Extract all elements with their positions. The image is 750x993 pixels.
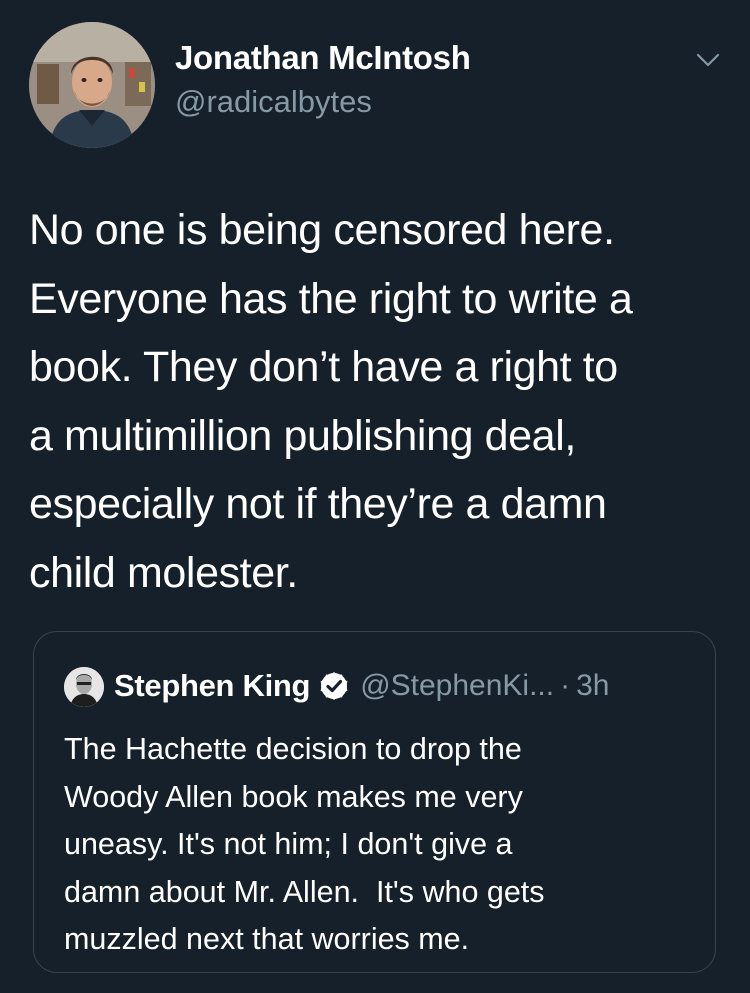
author-handle[interactable]: @radicalbytes: [175, 82, 471, 122]
quoted-text-line: uneasy. It's not him; I don't give a: [64, 827, 513, 861]
tweet-text-line: Everyone has the right to write a: [29, 274, 633, 323]
tweet-text-line: No one is being censored here.: [29, 206, 615, 254]
quoted-tweet-text: The Hachette decision to drop the Woody …: [64, 726, 704, 964]
quoted-tweet[interactable]: Stephen King @StephenKi... · 3h The Hach…: [33, 631, 716, 973]
quoted-author-avatar[interactable]: [64, 667, 104, 707]
quoted-tweet-time[interactable]: 3h: [576, 669, 609, 703]
quoted-author-handle[interactable]: @StephenKi...: [360, 669, 554, 703]
tweet-text-line: child molester.: [29, 548, 298, 597]
quoted-author-display-name[interactable]: Stephen King: [114, 668, 310, 704]
tweet-text-line: book. They don’t have a right to: [29, 343, 618, 391]
tweet-text-line: a multimillion publishing deal,: [29, 411, 576, 460]
profile-photo-icon: [64, 667, 104, 707]
tweet-text: No one is being censored here. Everyone …: [29, 196, 729, 607]
tweet-text-line: especially not if they’re a damn: [29, 480, 607, 528]
author-avatar[interactable]: [29, 22, 155, 148]
quoted-text-line: damn about Mr. Allen. It's who gets: [64, 874, 545, 909]
author-block[interactable]: Jonathan McIntosh @radicalbytes: [175, 38, 471, 122]
quoted-tweet-header: Stephen King @StephenKi... · 3h: [114, 666, 609, 706]
verified-badge-icon: [320, 672, 348, 700]
quoted-text-line: The Hachette decision to drop the: [64, 732, 522, 766]
chevron-down-icon[interactable]: [694, 46, 722, 74]
separator-dot: ·: [560, 669, 571, 702]
quoted-text-line: Woody Allen book makes me very: [64, 779, 523, 814]
profile-photo-icon: [29, 22, 155, 148]
quoted-text-line: muzzled next that worries me.: [64, 922, 470, 956]
author-display-name[interactable]: Jonathan McIntosh: [175, 38, 471, 78]
